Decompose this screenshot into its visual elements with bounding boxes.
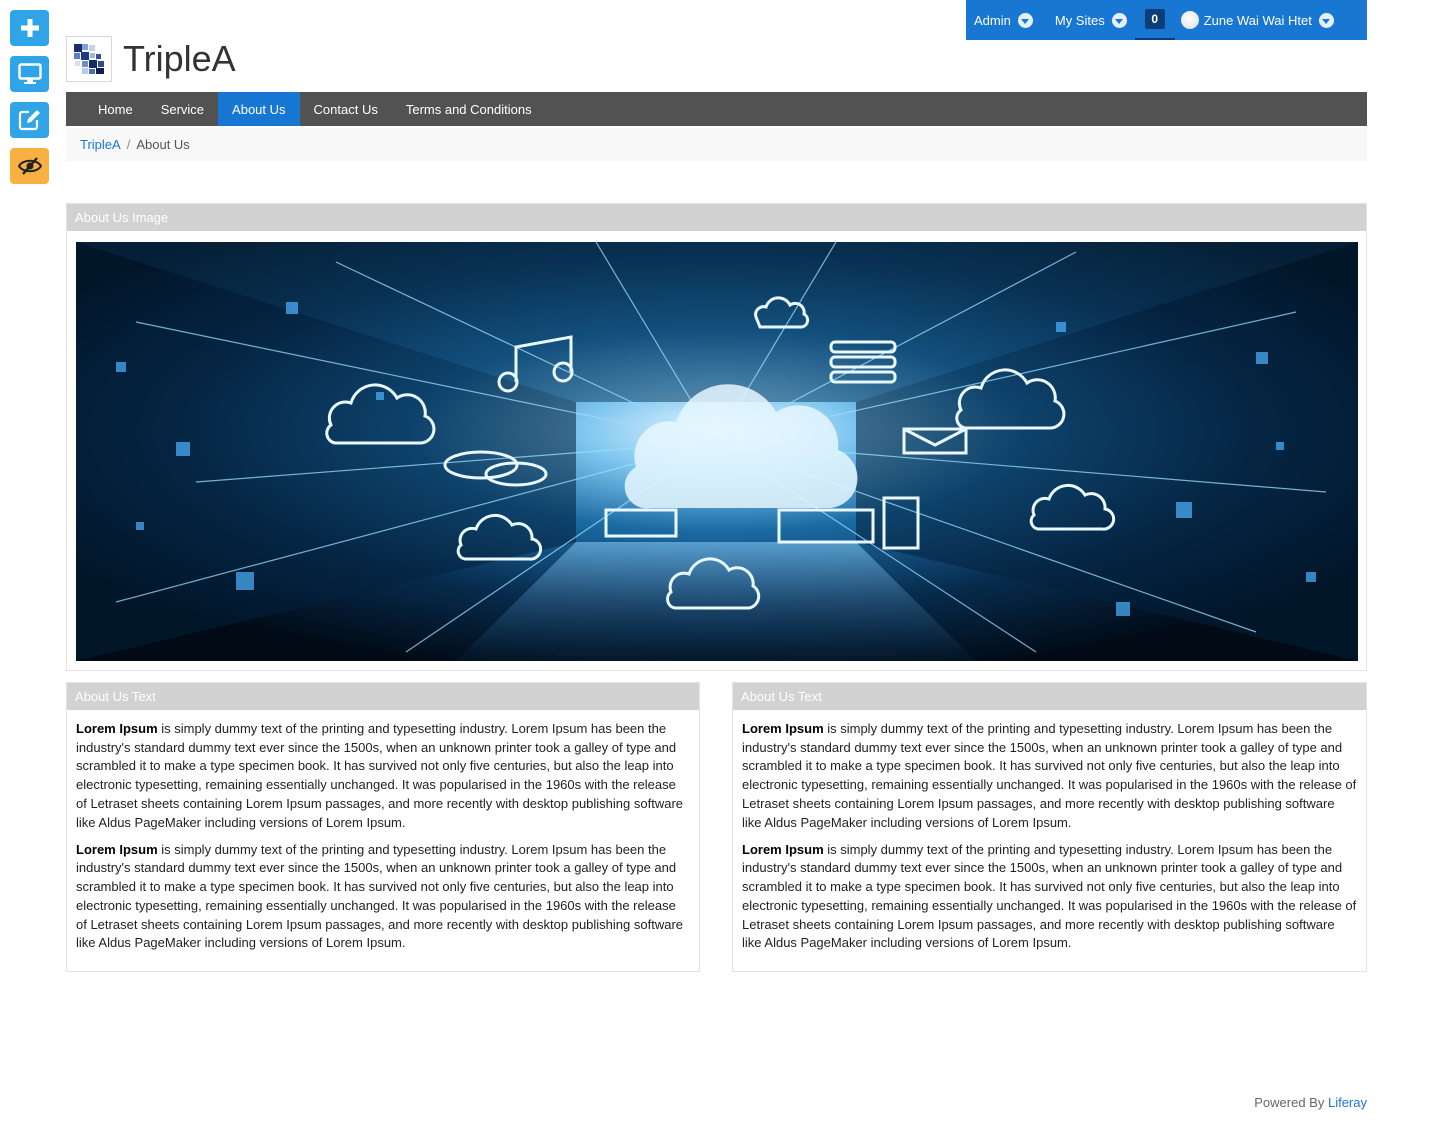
site-logo[interactable] [66,36,112,82]
paragraph-lead: Lorem Ipsum [76,721,158,736]
about-us-image-portlet: About Us Image [66,203,1367,671]
portlet-body: Lorem Ipsum is simply dummy text of the … [67,710,699,953]
logo-icon [74,44,104,74]
edit-button[interactable] [10,102,49,138]
notification-count: 0 [1144,9,1165,29]
paragraph-text: is simply dummy text of the printing and… [76,721,684,830]
nav-item-service[interactable]: Service [147,92,218,126]
chevron-down-icon [1111,12,1127,28]
paragraph-text: is simply dummy text of the printing and… [742,841,1357,951]
portlet-title: About Us Image [67,204,1366,231]
paragraph-lead: Lorem Ipsum [742,721,824,736]
paragraph: Lorem Ipsum is simply dummy text of the … [742,720,1357,832]
edit-icon [18,110,40,131]
portlet-body: Lorem Ipsum is simply dummy text of the … [733,710,1366,953]
admin-bar: Admin My Sites 0 Zune Wai Wai Htet [966,0,1367,40]
site-title[interactable]: TripleA [123,38,236,80]
admin-label: Admin [974,12,1011,28]
footer-prefix: Powered By [1254,1095,1328,1110]
footer: Powered By Liferay [1254,1095,1367,1110]
portlet-title: About Us Text [67,683,699,710]
breadcrumb-separator: / [126,137,131,152]
liferay-link[interactable]: Liferay [1328,1095,1367,1110]
about-us-text-portlet-right: About Us Text Lorem Ipsum is simply dumm… [732,682,1367,972]
paragraph: Lorem Ipsum is simply dummy text of the … [742,841,1357,953]
toggle-controls-button[interactable] [10,148,49,184]
my-sites-menu[interactable]: My Sites [1047,0,1135,40]
monitor-icon [17,63,42,84]
main-navigation: Home Service About Us Contact Us Terms a… [66,92,1367,126]
hero-image [76,242,1358,661]
add-button[interactable] [10,10,49,46]
breadcrumb-root-link[interactable]: TripleA [80,137,121,152]
user-menu[interactable]: Zune Wai Wai Htet [1175,0,1342,40]
paragraph-text: is simply dummy text of the printing and… [76,841,684,951]
paragraph-lead: Lorem Ipsum [76,841,158,857]
nav-item-home[interactable]: Home [84,92,147,126]
breadcrumb: TripleA / About Us [66,128,1367,161]
dockbar [10,10,50,194]
chevron-down-icon [1318,12,1334,28]
paragraph: Lorem Ipsum is simply dummy text of the … [76,720,690,832]
eye-slash-icon [17,157,42,175]
nav-item-terms[interactable]: Terms and Conditions [392,92,546,126]
breadcrumb-current: About Us [136,137,190,152]
plus-icon [20,19,39,37]
notifications-menu[interactable]: 0 [1134,0,1175,40]
admin-menu[interactable]: Admin [966,0,1041,40]
data-center-cloud-image [76,242,1358,661]
about-us-text-portlet-left: About Us Text Lorem Ipsum is simply dumm… [66,682,700,972]
avatar [1180,11,1199,29]
nav-item-contact-us[interactable]: Contact Us [300,92,392,126]
preview-button[interactable] [10,56,49,92]
portlet-title: About Us Text [733,683,1366,710]
nav-item-about-us[interactable]: About Us [218,92,300,126]
paragraph-lead: Lorem Ipsum [742,841,824,857]
my-sites-label: My Sites [1054,12,1105,28]
site-header: TripleA [66,36,236,82]
chevron-down-icon [1017,12,1033,28]
paragraph: Lorem Ipsum is simply dummy text of the … [76,841,690,953]
user-name: Zune Wai Wai Htet [1203,12,1312,28]
paragraph-text: is simply dummy text of the printing and… [742,721,1357,830]
